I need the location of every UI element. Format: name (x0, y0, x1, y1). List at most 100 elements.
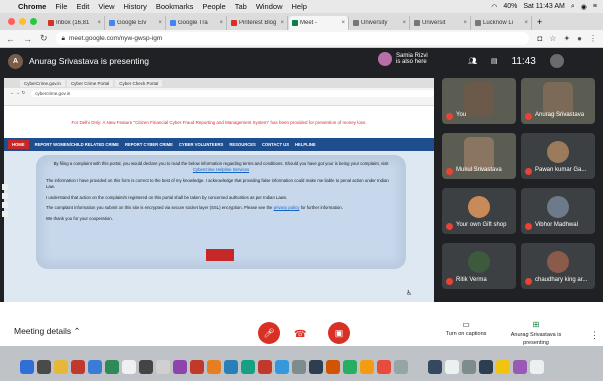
dock-app-icon[interactable] (326, 360, 340, 374)
menu-chrome[interactable]: Chrome (18, 2, 46, 11)
browser-tab[interactable]: Universit × (411, 16, 471, 30)
mic-muted-icon (446, 113, 453, 120)
dock-app-icon[interactable] (173, 360, 187, 374)
browser-tab[interactable]: Meet - × (289, 16, 349, 30)
dock-app-icon[interactable] (360, 360, 374, 374)
url-field[interactable]: 🔒︎ meet.google.com/nyw-gwsp-igm (55, 32, 530, 45)
dock-app-icon[interactable] (207, 360, 221, 374)
minimize-window-button[interactable] (19, 18, 26, 25)
menu-history[interactable]: History (124, 2, 147, 11)
tab-favicon (231, 20, 237, 26)
dock-app-icon[interactable] (394, 360, 408, 374)
dock-app-icon[interactable] (37, 360, 51, 374)
chat-icon[interactable]: ▤ (491, 57, 498, 65)
tab-label: Inbox (16,81 (56, 20, 90, 26)
menu-edit[interactable]: Edit (76, 2, 89, 11)
browser-tab[interactable]: Google Tra × (167, 16, 227, 30)
dock-app-icon[interactable] (122, 360, 136, 374)
dock-app-icon[interactable] (275, 360, 289, 374)
dock-app-icon[interactable] (428, 360, 442, 374)
mic-off-button[interactable]: 🎤︎ (258, 322, 280, 344)
battery-percent[interactable]: 40% (503, 3, 517, 10)
close-tab-icon[interactable]: × (463, 20, 467, 26)
menu-file[interactable]: File (55, 2, 67, 11)
dialog-intro: By filing a complaint with this portal, … (53, 161, 389, 166)
user-icon[interactable]: ◉ (581, 3, 587, 11)
menu-tab[interactable]: Tab (235, 2, 247, 11)
dock-app-icon[interactable] (496, 360, 510, 374)
participant-tile[interactable]: Anurag Srivastava (521, 78, 595, 124)
dock-app-icon[interactable] (343, 360, 357, 374)
camera-icon[interactable]: ◘ (537, 34, 542, 43)
dock-app-icon[interactable] (224, 360, 238, 374)
participant-tile[interactable]: Ritik Verma (442, 243, 516, 289)
dock-app-icon[interactable] (156, 360, 170, 374)
dock-app-icon[interactable] (258, 360, 272, 374)
dock-app-icon[interactable] (20, 360, 34, 374)
close-window-button[interactable] (8, 18, 15, 25)
control-center-icon[interactable]: ≡ (593, 3, 597, 10)
forward-arrow-icon[interactable]: → (23, 34, 32, 44)
extension-icon[interactable]: ✦ (563, 34, 570, 43)
participant-tile[interactable]: You (442, 78, 516, 124)
present-button[interactable]: ⊞ Anurag Srivastava is presenting (504, 320, 568, 347)
dock-app-icon[interactable] (241, 360, 255, 374)
more-options-icon[interactable]: ⋮ (590, 330, 599, 341)
browser-tab[interactable]: Inbox (16,81 × (45, 16, 105, 30)
profile-icon[interactable]: ● (577, 34, 582, 43)
star-icon[interactable]: ☆ (549, 34, 556, 43)
menu-window[interactable]: Window (256, 2, 283, 11)
close-tab-icon[interactable]: × (97, 20, 101, 26)
dock-app-icon[interactable] (479, 360, 493, 374)
tab-favicon (109, 20, 115, 26)
wifi-icon[interactable]: ◠ (491, 3, 497, 11)
participant-tile[interactable]: Your own Gift shop (442, 188, 516, 234)
dock-app-icon[interactable] (377, 360, 391, 374)
dock-app-icon[interactable] (445, 360, 459, 374)
dock-app-icon[interactable] (547, 360, 561, 374)
close-tab-icon[interactable]: × (280, 20, 284, 26)
participant-tile[interactable]: Pawan kumar Ga... (521, 133, 595, 179)
menu-view[interactable]: View (98, 2, 114, 11)
browser-tab[interactable]: University × (350, 16, 410, 30)
menu-people[interactable]: People (202, 2, 225, 11)
captions-button[interactable]: ▭ Turn on captions (436, 320, 496, 337)
dock-app-icon[interactable] (190, 360, 204, 374)
dock-app-icon[interactable] (105, 360, 119, 374)
participant-tile[interactable]: Vibhor Madhwal (521, 188, 595, 234)
dock-app-icon[interactable] (513, 360, 527, 374)
menu-clock[interactable]: Sat 11:43 AM (523, 3, 565, 10)
close-tab-icon[interactable]: × (219, 20, 223, 26)
back-arrow-icon[interactable]: ← (6, 34, 15, 44)
close-tab-icon[interactable]: × (402, 20, 406, 26)
dock-app-icon[interactable] (292, 360, 306, 374)
dock-app-icon[interactable] (71, 360, 85, 374)
dock-app-icon[interactable] (309, 360, 323, 374)
maximize-window-button[interactable] (30, 18, 37, 25)
dock-app-icon[interactable] (530, 360, 544, 374)
close-tab-icon[interactable]: × (158, 20, 162, 26)
search-icon[interactable]: ⌕ (571, 3, 575, 11)
self-avatar[interactable] (549, 54, 564, 68)
close-tab-icon[interactable]: × (341, 20, 345, 26)
dock-app-icon[interactable] (139, 360, 153, 374)
browser-tab[interactable]: Lucknow Li × (472, 16, 532, 30)
menu-bookmarks[interactable]: Bookmarks (156, 2, 194, 11)
meeting-details-button[interactable]: Meeting details ⌃ (14, 326, 81, 337)
dock-app-icon[interactable] (54, 360, 68, 374)
camera-off-button[interactable]: ▣ (328, 322, 350, 344)
close-tab-icon[interactable]: × (524, 20, 528, 26)
participant-tile[interactable]: Mukul Srivastava (442, 133, 516, 179)
dock-app-icon[interactable] (462, 360, 476, 374)
dock-app-icon[interactable] (88, 360, 102, 374)
reload-icon[interactable]: ↻ (40, 33, 48, 44)
people-icon[interactable]: 👥︎ (468, 57, 477, 65)
dock-app-icon[interactable] (411, 360, 425, 374)
new-tab-button[interactable]: + (533, 17, 546, 27)
menu-dots-icon[interactable]: ⋮ (589, 34, 597, 43)
browser-tab[interactable]: Pinterest Blog × (228, 16, 288, 30)
participant-tile[interactable]: chaudhary king ar... (521, 243, 595, 289)
menu-help[interactable]: Help (292, 2, 307, 11)
browser-tab[interactable]: Google Elv × (106, 16, 166, 30)
hang-up-button[interactable]: ☎︎ (294, 329, 306, 340)
